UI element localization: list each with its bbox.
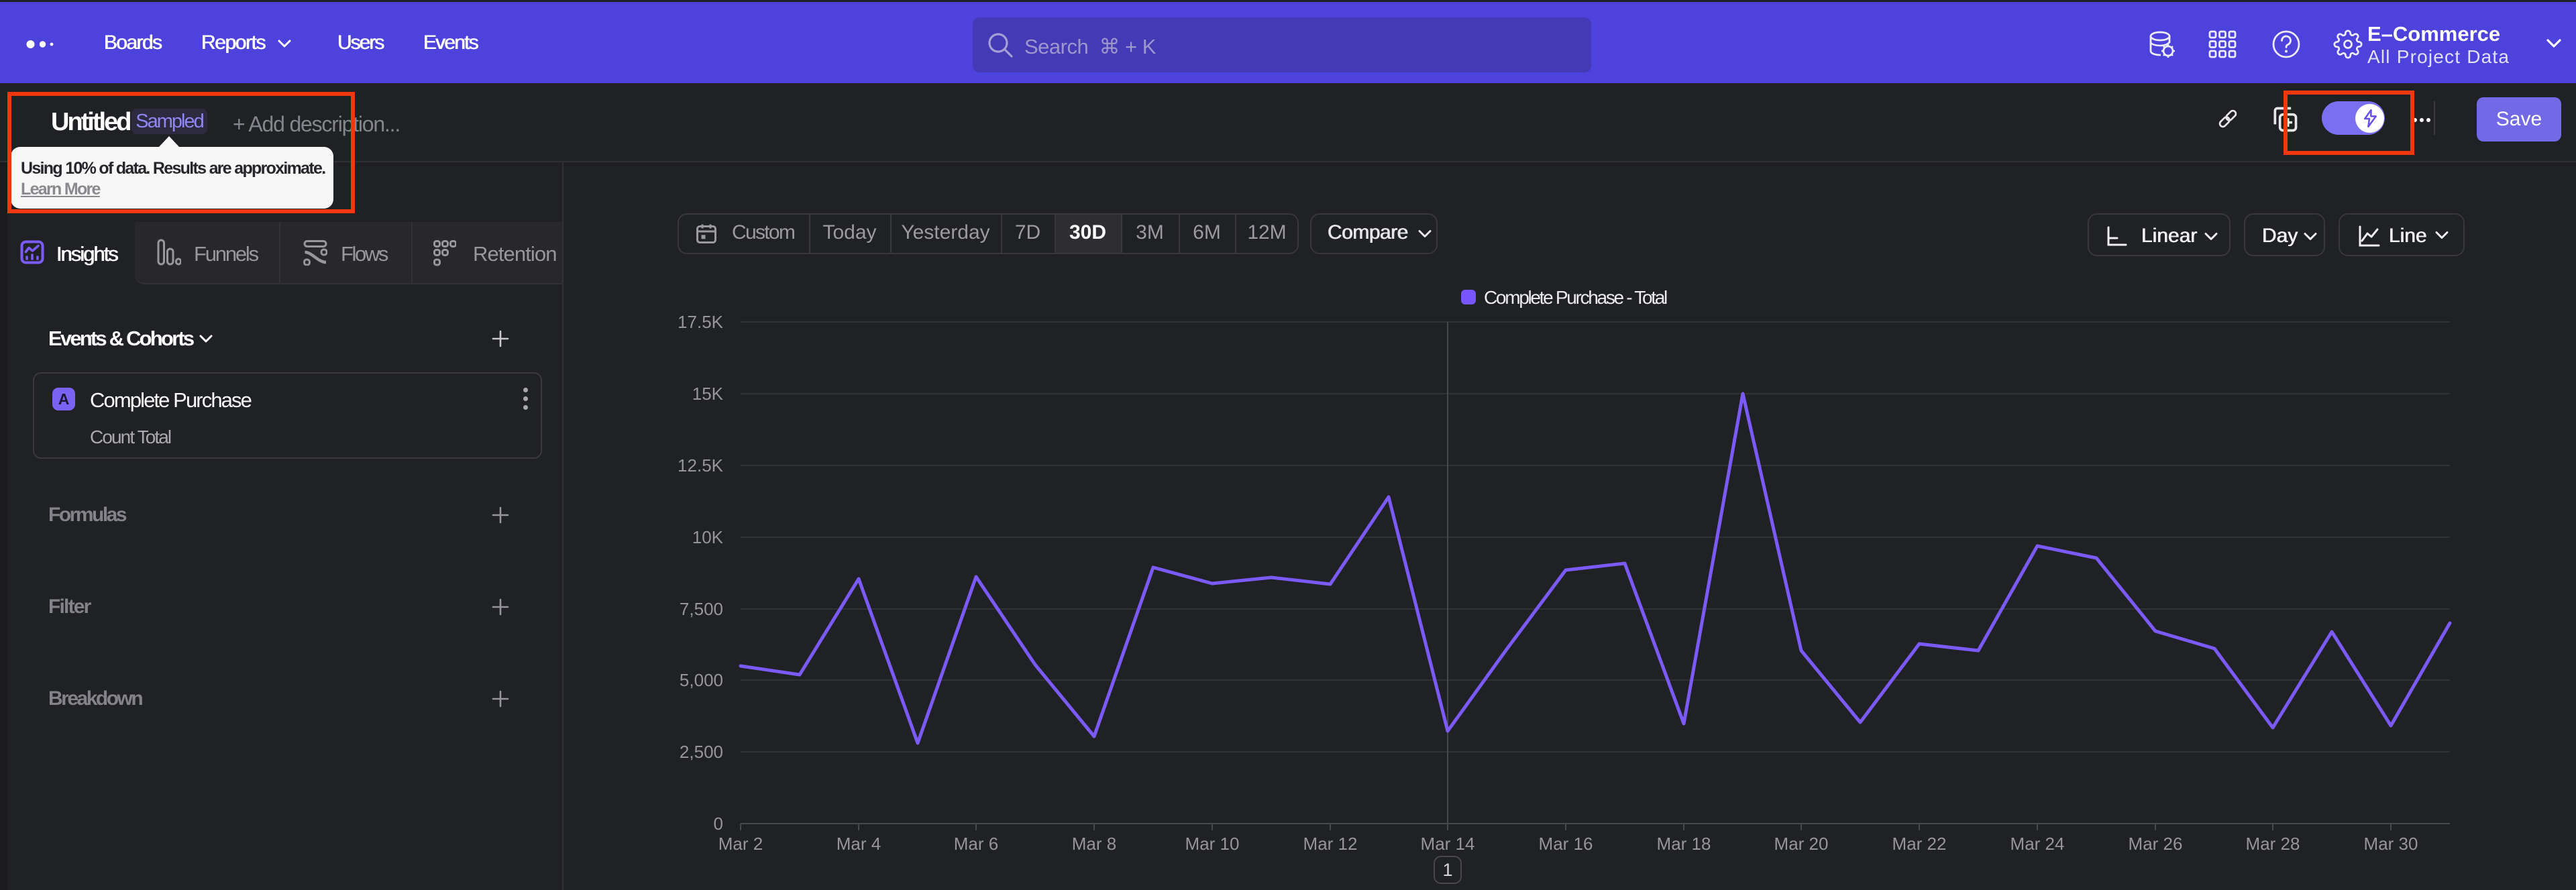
svg-text:7,500: 7,500 <box>680 599 723 619</box>
svg-text:Mar 26: Mar 26 <box>2129 834 2183 854</box>
svg-text:Mar 16: Mar 16 <box>1539 834 1593 854</box>
svg-text:Mar 22: Mar 22 <box>1892 834 1947 854</box>
svg-text:Mar 30: Mar 30 <box>2364 834 2418 854</box>
svg-text:17.5K: 17.5K <box>678 312 724 332</box>
svg-text:Mar 8: Mar 8 <box>1072 834 1116 854</box>
svg-text:5,000: 5,000 <box>680 670 723 690</box>
svg-text:0: 0 <box>714 814 723 834</box>
svg-text:12.5K: 12.5K <box>678 455 724 476</box>
svg-text:Mar 10: Mar 10 <box>1185 834 1240 854</box>
svg-text:Complete Purchase - Total: Complete Purchase - Total <box>1484 287 1667 308</box>
svg-text:Mar 6: Mar 6 <box>954 834 998 854</box>
svg-text:15K: 15K <box>692 384 724 404</box>
svg-text:2,500: 2,500 <box>680 742 723 762</box>
svg-text:Mar 28: Mar 28 <box>2246 834 2300 854</box>
svg-text:Mar 18: Mar 18 <box>1657 834 1711 854</box>
svg-text:Mar 20: Mar 20 <box>1774 834 1829 854</box>
svg-text:Mar 2: Mar 2 <box>718 834 763 854</box>
svg-text:1: 1 <box>1442 860 1452 880</box>
svg-text:Mar 12: Mar 12 <box>1303 834 1358 854</box>
svg-text:Mar 14: Mar 14 <box>1421 834 1475 854</box>
svg-text:10K: 10K <box>692 527 724 547</box>
svg-text:Mar 24: Mar 24 <box>2010 834 2065 854</box>
svg-text:Mar 4: Mar 4 <box>837 834 881 854</box>
